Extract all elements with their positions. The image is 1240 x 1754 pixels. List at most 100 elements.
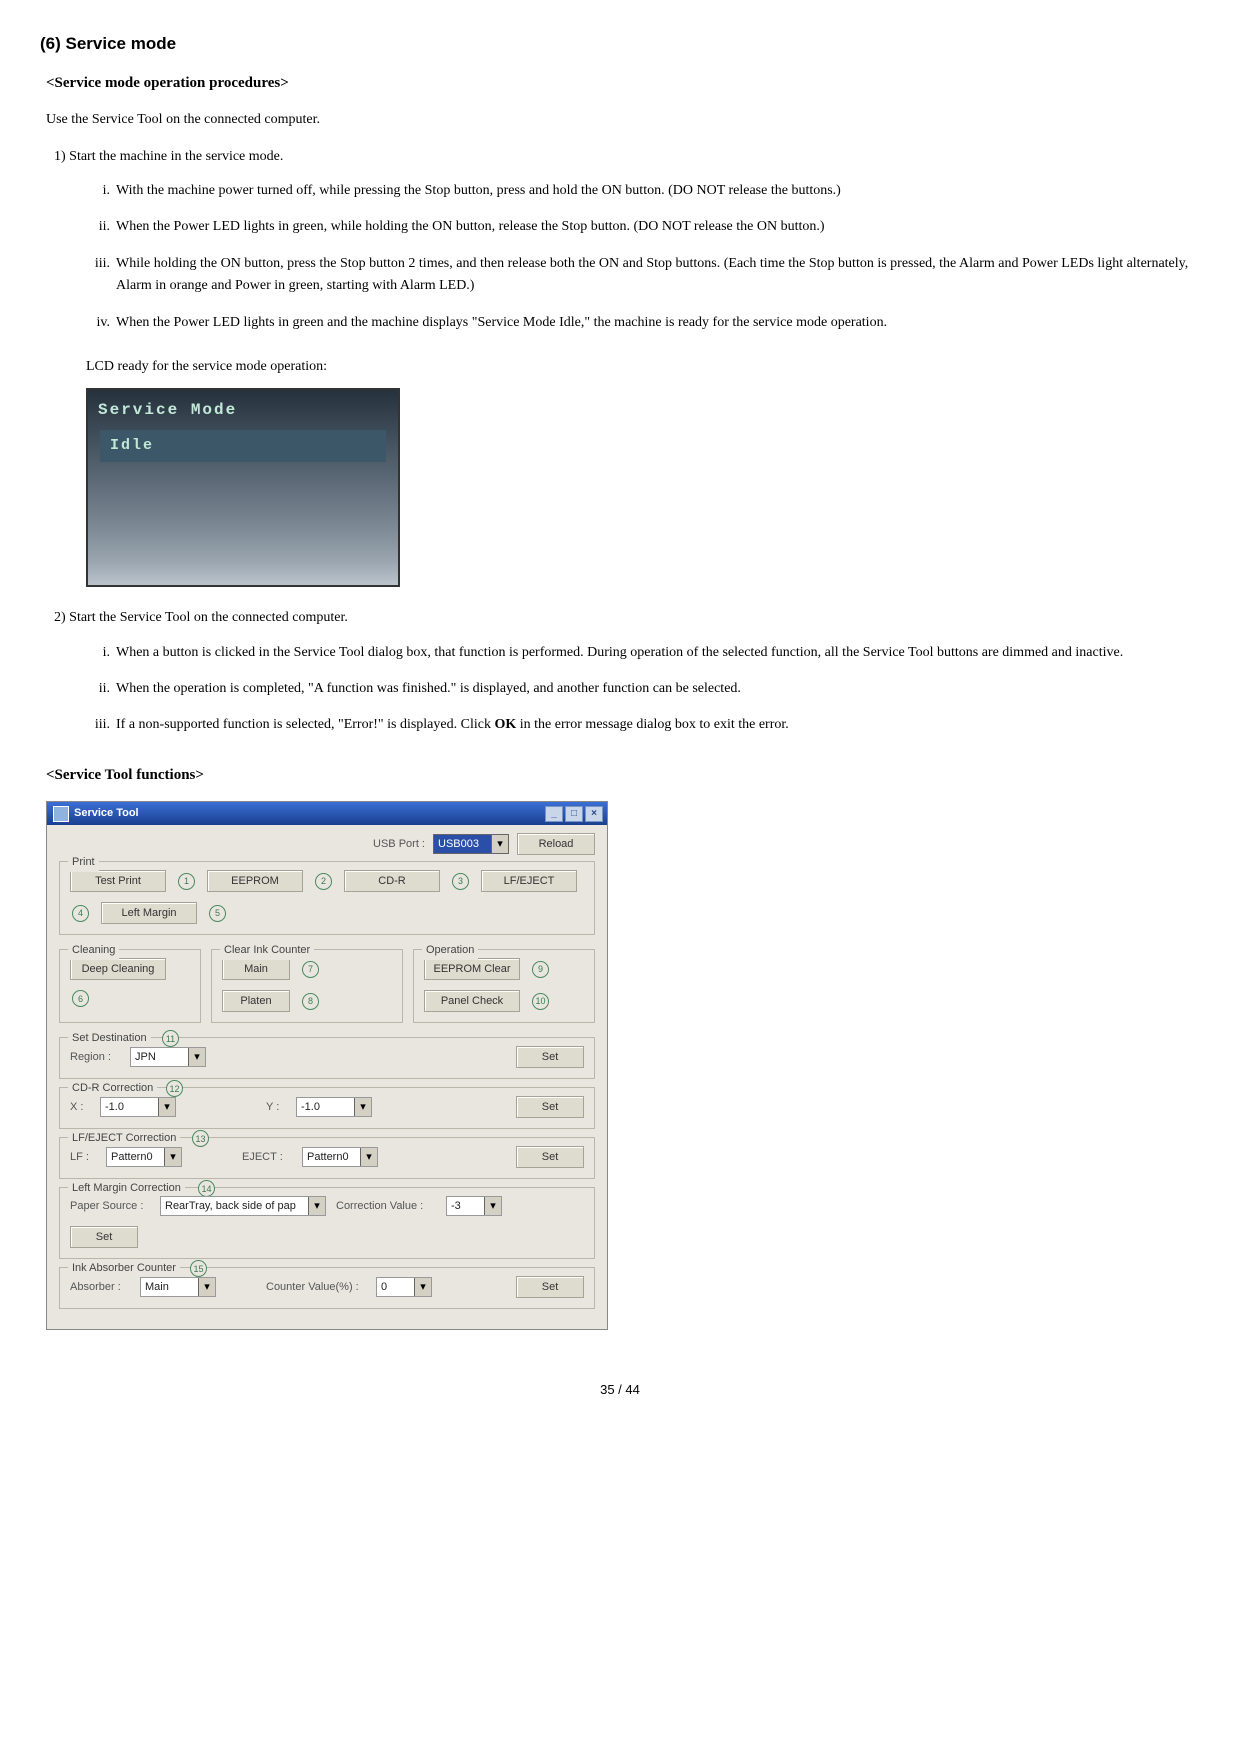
sub-heading-functions: <Service Tool functions> (46, 763, 1200, 787)
step2-iii-before: If a non-supported function is selected,… (116, 717, 494, 732)
page-number: 35 / 44 (40, 1380, 1200, 1401)
counter-label: Counter Value(%) : (266, 1279, 366, 1297)
app-icon (53, 806, 69, 822)
counter-value: 0 (381, 1279, 387, 1297)
maximize-button[interactable]: □ (565, 806, 583, 822)
step-2: 2) Start the Service Tool on the connect… (54, 607, 1200, 629)
set-region-button[interactable]: Set (516, 1046, 584, 1068)
badge-8-icon: 8 (302, 993, 319, 1010)
lcd-status: Idle (100, 430, 386, 462)
eeprom-clear-button[interactable]: EEPROM Clear (424, 958, 520, 980)
badge-13-icon: 13 (192, 1130, 209, 1147)
correction-value-select[interactable]: -3 ▾ (446, 1196, 502, 1216)
badge-9-icon: 9 (532, 961, 549, 978)
set-left-margin-button[interactable]: Set (70, 1226, 138, 1248)
left-margin-button[interactable]: Left Margin (101, 902, 197, 924)
eject-label: EJECT : (242, 1149, 292, 1167)
roman-body: When the Power LED lights in green, whil… (116, 216, 1200, 238)
roman-body: With the machine power turned off, while… (116, 180, 1200, 202)
step2-ii: ii. When the operation is completed, "A … (82, 678, 1200, 700)
step1-i: i. With the machine power turned off, wh… (82, 180, 1200, 202)
step1-iii: iii. While holding the ON button, press … (82, 253, 1200, 298)
badge-1-icon: 1 (178, 873, 195, 890)
chevron-down-icon: ▾ (360, 1148, 377, 1166)
set-absorber-button[interactable]: Set (516, 1276, 584, 1298)
left-margin-correction-group: Left Margin Correction 14 Paper Source :… (59, 1187, 595, 1259)
deep-cleaning-button[interactable]: Deep Cleaning (70, 958, 166, 980)
step-2-label: 2) (54, 610, 66, 625)
roman-label: iii. (82, 253, 116, 298)
lfeject-correction-group: LF/EJECT Correction 13 LF : Pattern0 ▾ E… (59, 1137, 595, 1179)
panel-check-button[interactable]: Panel Check (424, 990, 520, 1012)
section-heading: (6) Service mode (40, 30, 1200, 57)
cleaning-group: Cleaning Deep Cleaning 6 (59, 949, 201, 1023)
chevron-down-icon: ▾ (414, 1278, 431, 1296)
usb-port-select[interactable]: USB003 ▾ (433, 834, 509, 854)
y-select[interactable]: -1.0 ▾ (296, 1097, 372, 1117)
step2-iii: iii. If a non-supported function is sele… (82, 714, 1200, 736)
roman-body: While holding the ON button, press the S… (116, 253, 1200, 298)
cleaning-legend: Cleaning (68, 942, 119, 960)
print-legend: Print (68, 854, 99, 872)
roman-body: If a non-supported function is selected,… (116, 714, 1200, 736)
chevron-down-icon: ▾ (491, 835, 508, 853)
paper-source-select[interactable]: RearTray, back side of pap ▾ (160, 1196, 326, 1216)
paper-source-value: RearTray, back side of pap (165, 1198, 296, 1216)
clear-ink-legend: Clear Ink Counter (220, 942, 314, 960)
absorber-select[interactable]: Main ▾ (140, 1277, 216, 1297)
print-group: Print Test Print 1 EEPROM 2 CD-R 3 LF/EJ… (59, 861, 595, 935)
minimize-button[interactable]: _ (545, 806, 563, 822)
intro-text: Use the Service Tool on the connected co… (46, 109, 1200, 131)
roman-body: When the Power LED lights in green and t… (116, 312, 1200, 334)
roman-body: When a button is clicked in the Service … (116, 642, 1200, 664)
roman-label: i. (82, 180, 116, 202)
badge-15-icon: 15 (190, 1260, 207, 1277)
roman-label: i. (82, 642, 116, 664)
step2-i: i. When a button is clicked in the Servi… (82, 642, 1200, 664)
test-print-button[interactable]: Test Print (70, 870, 166, 892)
lf-eject-button[interactable]: LF/EJECT (481, 870, 577, 892)
absorber-value: Main (145, 1279, 169, 1297)
roman-label: iii. (82, 714, 116, 736)
region-select[interactable]: JPN ▾ (130, 1047, 206, 1067)
badge-2-icon: 2 (315, 873, 332, 890)
x-select[interactable]: -1.0 ▾ (100, 1097, 176, 1117)
clear-platen-button[interactable]: Platen (222, 990, 290, 1012)
step-1: 1) Start the machine in the service mode… (54, 146, 1200, 168)
chevron-down-icon: ▾ (198, 1278, 215, 1296)
roman-label: iv. (82, 312, 116, 334)
lf-select[interactable]: Pattern0 ▾ (106, 1147, 182, 1167)
eject-select[interactable]: Pattern0 ▾ (302, 1147, 378, 1167)
y-label: Y : (266, 1099, 286, 1117)
close-button[interactable]: × (585, 806, 603, 822)
chevron-down-icon: ▾ (158, 1098, 175, 1116)
step2-iii-after: in the error message dialog box to exit … (516, 717, 789, 732)
set-cdr-button[interactable]: Set (516, 1096, 584, 1118)
chevron-down-icon: ▾ (164, 1148, 181, 1166)
correction-value-label: Correction Value : (336, 1198, 436, 1216)
x-label: X : (70, 1099, 90, 1117)
left-margin-correction-legend: Left Margin Correction (68, 1180, 185, 1198)
set-lfeject-button[interactable]: Set (516, 1146, 584, 1168)
usb-port-value: USB003 (438, 836, 479, 854)
reload-button[interactable]: Reload (517, 833, 595, 855)
chevron-down-icon: ▾ (188, 1048, 205, 1066)
sub-heading-procedures: <Service mode operation procedures> (46, 71, 1200, 95)
clear-main-button[interactable]: Main (222, 958, 290, 980)
region-label: Region : (70, 1049, 120, 1067)
chevron-down-icon: ▾ (484, 1197, 501, 1215)
roman-label: ii. (82, 678, 116, 700)
badge-11-icon: 11 (162, 1030, 179, 1047)
usb-port-label: USB Port : (373, 836, 425, 854)
cdr-button[interactable]: CD-R (344, 870, 440, 892)
cdr-correction-group: CD-R Correction 12 X : -1.0 ▾ Y : -1.0 ▾… (59, 1087, 595, 1129)
step-1-text: Start the machine in the service mode. (69, 149, 283, 164)
counter-value-select[interactable]: 0 ▾ (376, 1277, 432, 1297)
window-title: Service Tool (74, 805, 139, 823)
lf-value: Pattern0 (111, 1149, 153, 1167)
chevron-down-icon: ▾ (308, 1197, 325, 1215)
eeprom-button[interactable]: EEPROM (207, 870, 303, 892)
operation-group: Operation EEPROM Clear 9 Panel Check 10 (413, 949, 595, 1023)
lcd-title: Service Mode (88, 390, 398, 428)
step2-iii-bold: OK (494, 717, 516, 732)
